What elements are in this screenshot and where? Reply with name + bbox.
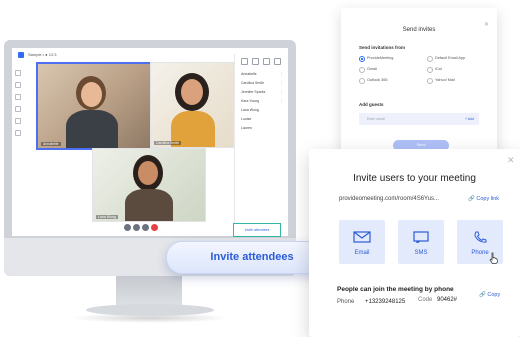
chat-icon[interactable] — [252, 58, 259, 65]
invite-users-dialog: ✕ Invite users to your meeting provideom… — [309, 149, 520, 337]
phone-icon — [474, 231, 487, 243]
dialog-title: Invite users to your meeting — [353, 173, 476, 184]
option-label: SMS — [414, 250, 428, 256]
send-from-label: Send invitations from — [359, 45, 406, 50]
link-icon: 🔗 — [468, 196, 475, 202]
add-guest-button[interactable]: + Add — [465, 117, 474, 121]
participant-name: Carolina Smith — [241, 81, 264, 85]
tile-label: Lana Wong — [96, 215, 118, 219]
share-icon[interactable] — [263, 58, 270, 65]
participant-name: Lauren — [241, 126, 252, 130]
email-placeholder: Enter email — [367, 117, 385, 121]
participant-body — [66, 110, 118, 148]
meeting-name: Sample • ● 12:3 — [28, 52, 57, 57]
meeting-topbar: Sample • ● 12:3 — [12, 48, 244, 62]
participant-body — [125, 189, 173, 221]
radio-yahoo[interactable] — [427, 78, 433, 84]
tile-label: Carolina Smith — [154, 141, 181, 145]
link-icon: 🔗 — [479, 292, 486, 298]
option-label: Outlook 365 — [367, 78, 388, 82]
app-logo-icon — [18, 52, 24, 58]
option-label: Email — [354, 250, 370, 256]
monitor-foot — [86, 304, 214, 316]
option-label: iCal — [435, 67, 442, 71]
users-icon[interactable] — [15, 118, 21, 124]
share-icon[interactable] — [15, 94, 21, 100]
invite-attendees-mini-button[interactable]: Invite attendees — [233, 223, 281, 237]
radio-outlook[interactable] — [359, 78, 365, 84]
tile-label: Annabelle — [41, 142, 61, 146]
participant-name: Lana Wong — [241, 108, 259, 112]
radio-default-email[interactable] — [427, 56, 433, 62]
camera-icon[interactable] — [15, 82, 21, 88]
option-label: ProvideMeeting — [367, 56, 394, 60]
invite-phone-option[interactable]: Phone — [457, 220, 503, 264]
participant-row[interactable]: Lana Wong — [241, 108, 285, 114]
participant-face — [81, 82, 102, 107]
cursor-hand-icon — [489, 252, 498, 264]
more-icon[interactable]: ⋮ — [280, 99, 284, 103]
mail-icon — [353, 231, 371, 243]
invite-sms-option[interactable]: SMS — [398, 220, 444, 264]
participant-face — [181, 79, 203, 105]
meeting-link: provideomeeting.com/room/4S6Yus... — [339, 196, 440, 202]
leave-call-button[interactable] — [151, 224, 158, 231]
option-label: Default Email App — [435, 56, 466, 60]
copy-link-button[interactable]: 🔗 Copy link — [468, 196, 499, 202]
participant-row[interactable]: Louise — [241, 117, 285, 123]
copy-link-label: Copy link — [476, 196, 500, 202]
participant-face — [138, 161, 158, 185]
phone-join-title: People can join the meeting by phone — [337, 286, 454, 293]
settings-icon[interactable] — [15, 130, 21, 136]
chat-icon — [413, 231, 429, 243]
radio-gmail[interactable] — [359, 67, 365, 73]
copy-phone-button[interactable]: 🔗 Copy — [479, 292, 500, 298]
participant-row[interactable]: Kara Young ⋮ — [241, 99, 285, 105]
participants-panel: Annabelle ⋮ Carolina Smith ⋮ Jennifer Spar… — [234, 54, 287, 234]
radio-providemeeting[interactable] — [359, 56, 365, 62]
add-guests-label: Add guests — [359, 102, 384, 107]
settings-icon[interactable] — [274, 58, 281, 65]
more-icon[interactable]: ⋮ — [280, 81, 284, 85]
more-icon[interactable]: ⋮ — [280, 90, 284, 94]
participant-row[interactable]: Carolina Smith ⋮ — [241, 81, 285, 87]
copy-label: Copy — [487, 292, 501, 298]
more-icon[interactable]: ⋮ — [280, 72, 284, 76]
code-value: 90462# — [437, 297, 458, 303]
phone-number: +13239248125 — [365, 299, 406, 305]
participant-name: Louise — [241, 117, 252, 121]
participant-name: Kara Young — [241, 99, 260, 103]
participant-row[interactable]: Annabelle ⋮ — [241, 72, 285, 78]
users-icon[interactable] — [241, 58, 248, 65]
option-label: Gmail — [367, 67, 377, 71]
participant-row[interactable]: Lauren — [241, 126, 285, 132]
participant-name: Jennifer Sparks — [241, 90, 266, 94]
video-tile[interactable]: Lana Wong — [92, 148, 206, 222]
code-label: Code — [418, 297, 433, 303]
video-tile[interactable]: Carolina Smith — [150, 62, 234, 148]
camera-toggle-button[interactable] — [133, 224, 140, 231]
monitor-stand — [116, 276, 182, 306]
close-icon[interactable]: ✕ — [507, 155, 515, 166]
dialog-title: Send invites — [402, 27, 436, 33]
chat-icon[interactable] — [15, 106, 21, 112]
email-field[interactable]: Enter email + Add — [359, 113, 479, 125]
option-label: Yahoo! Mail — [435, 78, 455, 82]
participant-name: Annabelle — [241, 72, 257, 76]
mic-icon[interactable] — [15, 70, 21, 76]
invite-email-option[interactable]: Email — [339, 220, 385, 264]
phone-label: Phone — [337, 299, 355, 305]
send-invites-dialog: ✕ Send invites Send invitations from Pro… — [341, 8, 497, 158]
meeting-app-screen: Sample • ● 12:3 Annabelle Carolina Smith… — [12, 48, 288, 236]
radio-ical[interactable] — [427, 67, 433, 73]
left-rail — [12, 70, 22, 220]
participant-row[interactable]: Jennifer Sparks ⋮ — [241, 90, 285, 96]
share-screen-button[interactable] — [142, 224, 149, 231]
video-tile[interactable]: Annabelle — [36, 62, 152, 150]
mic-toggle-button[interactable] — [124, 224, 131, 231]
